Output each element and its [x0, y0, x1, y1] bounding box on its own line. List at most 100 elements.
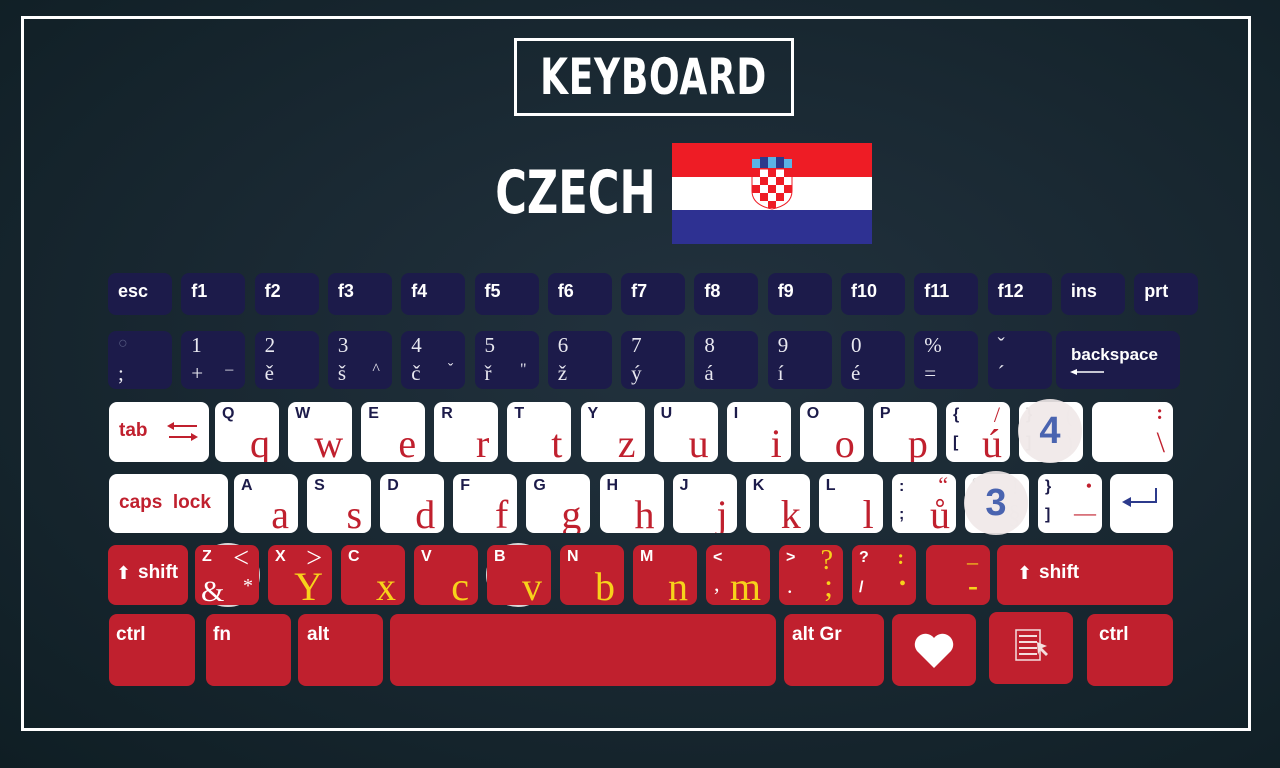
key-f11[interactable]: f11 — [914, 273, 979, 315]
language-label: CZECH — [495, 158, 656, 228]
key-v[interactable]: Vc — [414, 545, 478, 605]
key-base-char: ř — [484, 361, 492, 385]
key-m[interactable]: Mn — [633, 545, 697, 605]
key-l[interactable]: Ll — [818, 474, 883, 533]
left-ctrl-key[interactable]: ctrl — [109, 614, 195, 686]
key-f[interactable]: Ff — [453, 474, 518, 533]
key-shift-char: < — [713, 549, 723, 566]
key-j[interactable]: Jj — [672, 474, 737, 533]
key-z[interactable]: Z < * & — [195, 545, 259, 605]
favorite-key[interactable] — [892, 614, 976, 686]
key-number-9[interactable]: 9í — [767, 331, 832, 389]
right-ctrl-key[interactable]: ctrl — [1087, 614, 1173, 686]
key-f8[interactable]: f8 — [694, 273, 759, 315]
alt-gr-key[interactable]: alt Gr — [784, 614, 884, 686]
key-semicolon[interactable]: : ; “ ů — [892, 474, 956, 533]
key-slash[interactable]: ? / : • — [852, 545, 916, 605]
key-d[interactable]: Dd — [380, 474, 445, 533]
fn-key[interactable]: fn — [206, 614, 291, 686]
key-base-char: ě — [264, 361, 274, 385]
key-lower-char: s — [346, 492, 363, 534]
key-upper-char: A — [241, 477, 253, 494]
heart-icon — [914, 633, 954, 668]
backspace-label: backspace — [1071, 345, 1158, 364]
key-number-5[interactable]: 5 ř " — [474, 331, 539, 389]
key-number-3[interactable]: 3 š ^ — [327, 331, 392, 389]
key-minus[interactable]: – - — [926, 545, 990, 605]
key-lower-char: g — [561, 492, 582, 534]
key-number-7[interactable]: 7ý — [621, 331, 686, 389]
key-w[interactable]: Ww — [288, 402, 353, 462]
key-number-1[interactable]: 1 + – — [181, 331, 246, 389]
key-number-11[interactable]: % = — [914, 331, 979, 389]
key-bracket-left[interactable]: { [ / ú — [946, 402, 1010, 462]
key-number-4[interactable]: 4 č ˇ — [401, 331, 466, 389]
key-h[interactable]: Hh — [599, 474, 664, 533]
key-q[interactable]: Qq — [215, 402, 279, 462]
key-label: esc — [118, 281, 149, 301]
key-n[interactable]: Nb — [560, 545, 624, 605]
key-f12[interactable]: f12 — [987, 273, 1052, 315]
key-p[interactable]: Pp — [872, 402, 937, 462]
key-number-2[interactable]: 2ě — [254, 331, 319, 389]
left-shift-key[interactable]: ⬆ shift — [108, 545, 188, 605]
caps-lock-key[interactable]: caps lock — [109, 474, 228, 533]
key-o[interactable]: Oo — [799, 402, 864, 462]
key-comma[interactable]: < , m — [706, 545, 770, 605]
context-menu-icon — [1015, 629, 1048, 661]
key-number-8[interactable]: 8á — [694, 331, 759, 389]
right-shift-key[interactable]: ⬆ shift — [997, 545, 1173, 605]
key-a[interactable]: Aa — [234, 474, 298, 533]
spacebar[interactable] — [390, 614, 776, 686]
key-esc[interactable]: esc — [108, 273, 172, 315]
enter-key[interactable] — [1110, 474, 1173, 533]
key-lower-char: — — [1074, 500, 1096, 525]
key-f3[interactable]: f3 — [327, 273, 392, 315]
key-f4[interactable]: f4 — [401, 273, 466, 315]
key-u[interactable]: Uu — [653, 402, 718, 462]
key-f10[interactable]: f10 — [841, 273, 905, 315]
key-number-6[interactable]: 6ž — [547, 331, 612, 389]
key-e[interactable]: Ee — [361, 402, 426, 463]
key-t[interactable]: Tt — [507, 402, 572, 462]
key-g[interactable]: Gg — [526, 474, 591, 534]
key-f1[interactable]: f1 — [181, 273, 246, 315]
key-number-12[interactable]: ˇ ´ — [987, 331, 1052, 389]
key-lower-char: e — [398, 421, 417, 463]
key-k[interactable]: Kk — [745, 474, 810, 533]
key-f9[interactable]: f9 — [767, 273, 832, 315]
key-number-0[interactable]: ○; — [108, 331, 172, 389]
key-r[interactable]: Rr — [434, 402, 499, 462]
key-f6[interactable]: f6 — [547, 273, 612, 315]
key-lower-char: z — [617, 421, 636, 463]
key-ins[interactable]: ins — [1060, 273, 1125, 315]
key-s[interactable]: Ss — [307, 474, 372, 534]
key-lower-char: q — [250, 421, 270, 463]
key-upper-char: G — [533, 477, 546, 494]
key-label: f2 — [264, 281, 281, 301]
menu-key[interactable] — [989, 612, 1073, 684]
key-f7[interactable]: f7 — [621, 273, 686, 315]
key-f2[interactable]: f2 — [254, 273, 319, 315]
key-base-char: = — [924, 361, 937, 385]
key-hash[interactable]: } ] • — — [1038, 474, 1102, 533]
alt-key[interactable]: alt — [298, 614, 383, 686]
key-x[interactable]: X > Y — [268, 545, 332, 605]
key-number-10[interactable]: 0é — [841, 331, 905, 389]
key-backslash[interactable]: : \ — [1092, 402, 1173, 462]
key-alt-char: : — [897, 547, 904, 569]
key-shift-char: % — [924, 333, 942, 357]
key-b[interactable]: Bv — [487, 545, 551, 605]
key-base-char: á — [704, 361, 714, 385]
key-i[interactable]: Ii — [726, 402, 791, 462]
key-y[interactable]: Yz — [580, 402, 645, 463]
key-shift-char: 2 — [264, 333, 276, 357]
key-period[interactable]: > . ? ; — [779, 545, 843, 605]
key-c[interactable]: Cx — [341, 545, 405, 605]
key-prt[interactable]: prt — [1134, 273, 1199, 315]
key-upper-char: E — [368, 405, 379, 422]
backspace-key[interactable]: backspace — [1056, 331, 1180, 389]
tab-key[interactable]: tab — [109, 402, 209, 462]
key-f5[interactable]: f5 — [474, 273, 539, 315]
key-base-char: ž — [557, 361, 568, 385]
